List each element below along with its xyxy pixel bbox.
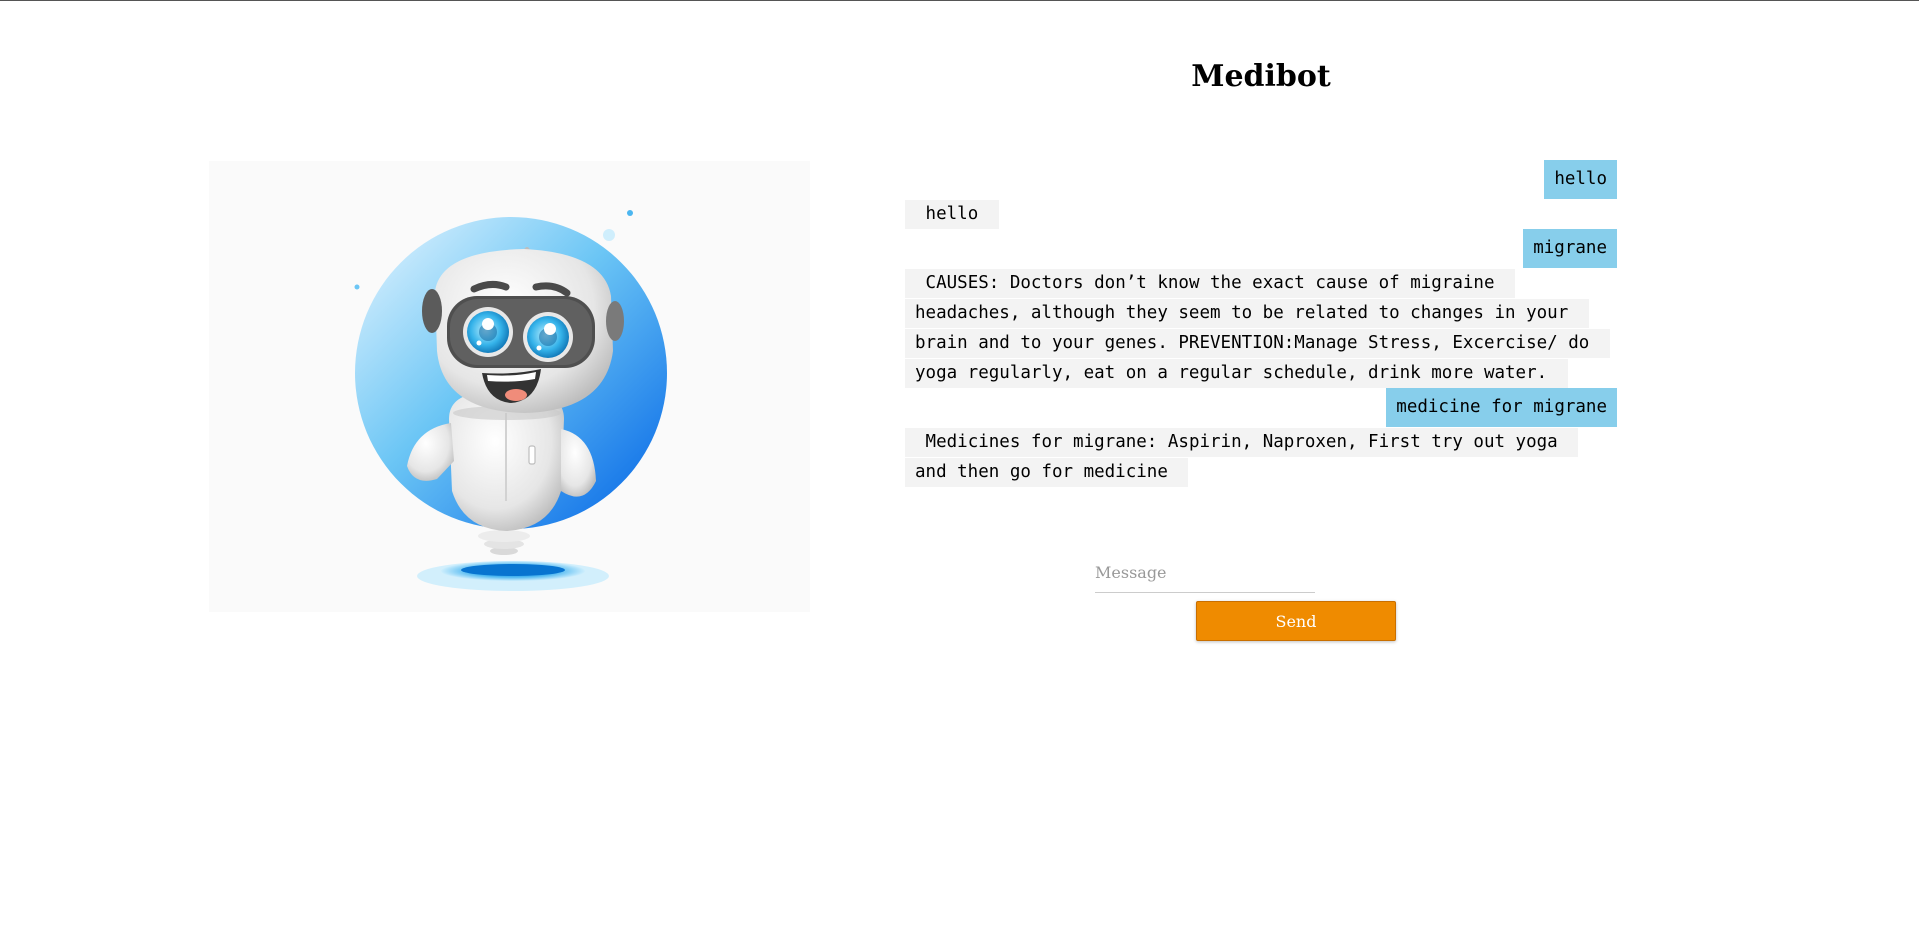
send-button[interactable]: Send: [1196, 601, 1396, 641]
user-message: hello: [905, 160, 1617, 199]
message-input[interactable]: [1095, 559, 1315, 593]
bot-message-text: CAUSES: Doctors don’t know the exact cau…: [905, 269, 1610, 388]
user-message: migrane: [905, 229, 1617, 268]
user-message-text: medicine for migrane: [1386, 388, 1617, 427]
bot-message-text: hello: [905, 200, 999, 229]
user-message-text: migrane: [1523, 229, 1617, 268]
bot-message-text: Medicines for migrane: Aspirin, Naproxen…: [905, 428, 1579, 487]
bot-message: CAUSES: Doctors don’t know the exact cau…: [905, 268, 1617, 388]
chat-log: hello hello migrane CAUSES: Doctors don’…: [905, 160, 1617, 487]
page-title: Medibot: [1191, 59, 1331, 94]
robot-mascot-image: [354, 210, 667, 591]
user-message-text: hello: [1544, 160, 1617, 199]
robot-illustration: [209, 161, 810, 612]
composer: [1095, 559, 1395, 593]
bot-message: hello: [905, 199, 1617, 229]
user-message: medicine for migrane: [905, 388, 1617, 427]
bot-message: Medicines for migrane: Aspirin, Naproxen…: [905, 427, 1617, 487]
